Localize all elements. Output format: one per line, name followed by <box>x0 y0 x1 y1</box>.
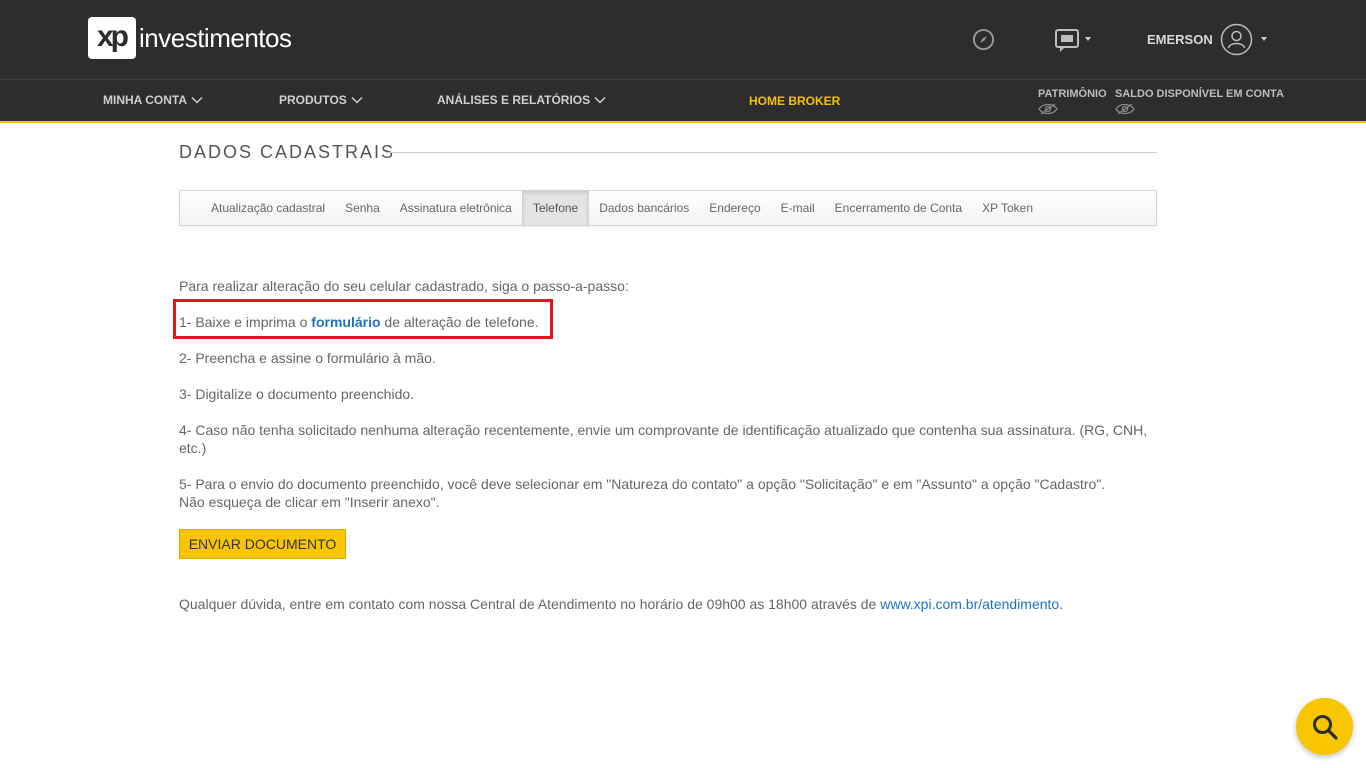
nav-minha-conta-label: MINHA CONTA <box>103 93 187 107</box>
nav-home-broker[interactable]: HOME BROKER <box>749 94 840 108</box>
nav-analises-relatorios[interactable]: ANÁLISES E RELATÓRIOS <box>437 93 606 107</box>
main-nav: MINHA CONTA PRODUTOS ANÁLISES E RELATÓRI… <box>0 79 1366 123</box>
footer-text: Qualquer dúvida, entre em contato com no… <box>179 595 1063 613</box>
chevron-down-icon <box>351 96 363 104</box>
xp-logo-text: investimentos <box>139 22 292 53</box>
step-4-text: 4- Caso não tenha solicitado nenhuma alt… <box>179 422 1148 456</box>
top-header: xp investimentos EMERSON <box>0 0 1366 79</box>
step-2-text: 2- Preencha e assine o formulário à mão. <box>179 350 436 366</box>
saldo-toggle[interactable]: SALDO DISPONÍVEL EM CONTA <box>1115 88 1284 115</box>
footer-prefix: Qualquer dúvida, entre em contato com no… <box>179 596 881 612</box>
nav-minha-conta[interactable]: MINHA CONTA <box>103 93 203 107</box>
chevron-down-icon <box>191 96 203 104</box>
title-divider <box>386 152 1157 153</box>
step-5-line-2: Não esqueça de clicar em "Inserir anexo"… <box>179 494 440 510</box>
tabs-bar: Atualização cadastral Senha Assinatura e… <box>179 190 1157 226</box>
tab-endereco[interactable]: Endereço <box>699 191 770 225</box>
tab-email[interactable]: E-mail <box>771 191 825 225</box>
tab-telefone[interactable]: Telefone <box>521 191 590 225</box>
chevron-down-icon[interactable] <box>1085 37 1091 41</box>
nav-produtos[interactable]: PRODUTOS <box>279 93 363 107</box>
xp-logo-mark: xp <box>88 17 136 59</box>
tab-atualizacao-cadastral[interactable]: Atualização cadastral <box>201 191 335 225</box>
xp-logo[interactable]: xp investimentos <box>88 17 292 59</box>
eye-hidden-icon[interactable] <box>1038 103 1058 115</box>
patrimonio-toggle[interactable]: PATRIMÔNIO <box>1038 88 1107 115</box>
patrimonio-label: PATRIMÔNIO <box>1038 88 1107 100</box>
saldo-label: SALDO DISPONÍVEL EM CONTA <box>1115 88 1284 100</box>
username[interactable]: EMERSON <box>1147 32 1213 47</box>
compass-icon[interactable] <box>972 28 995 51</box>
nav-produtos-label: PRODUTOS <box>279 93 347 107</box>
nav-home-broker-label: HOME BROKER <box>749 94 841 108</box>
chevron-down-icon[interactable] <box>1261 37 1267 41</box>
atendimento-link[interactable]: www.xpi.com.br/atendimento <box>880 596 1059 612</box>
eye-hidden-icon[interactable] <box>1115 103 1135 115</box>
search-icon <box>1312 714 1338 740</box>
intro-text: Para realizar alteração do seu celular c… <box>179 278 629 294</box>
xp-logo-mark-text: xp <box>97 20 129 53</box>
page-title: DADOS CADASTRAIS <box>179 142 396 162</box>
highlight-annotation <box>173 299 553 339</box>
step-3-text: 3- Digitalize o documento preenchido. <box>179 386 415 402</box>
tab-encerramento-conta[interactable]: Encerramento de Conta <box>825 191 972 225</box>
nav-analises-relatorios-label: ANÁLISES E RELATÓRIOS <box>437 93 591 107</box>
tab-dados-bancarios[interactable]: Dados bancários <box>589 191 699 225</box>
step-5-line-1: 5- Para o envio do documento preenchido,… <box>179 476 1106 492</box>
tab-assinatura-eletronica[interactable]: Assinatura eletrônica <box>390 191 522 225</box>
tab-xp-token[interactable]: XP Token <box>972 191 1043 225</box>
footer-suffix: . <box>1059 596 1064 612</box>
user-avatar-icon[interactable] <box>1220 23 1253 56</box>
search-fab-button[interactable] <box>1296 698 1353 755</box>
chat-icon[interactable] <box>1054 27 1080 53</box>
tab-senha[interactable]: Senha <box>335 191 390 225</box>
send-document-button[interactable]: ENVIAR DOCUMENTO <box>179 529 346 559</box>
chevron-down-icon <box>594 96 606 104</box>
